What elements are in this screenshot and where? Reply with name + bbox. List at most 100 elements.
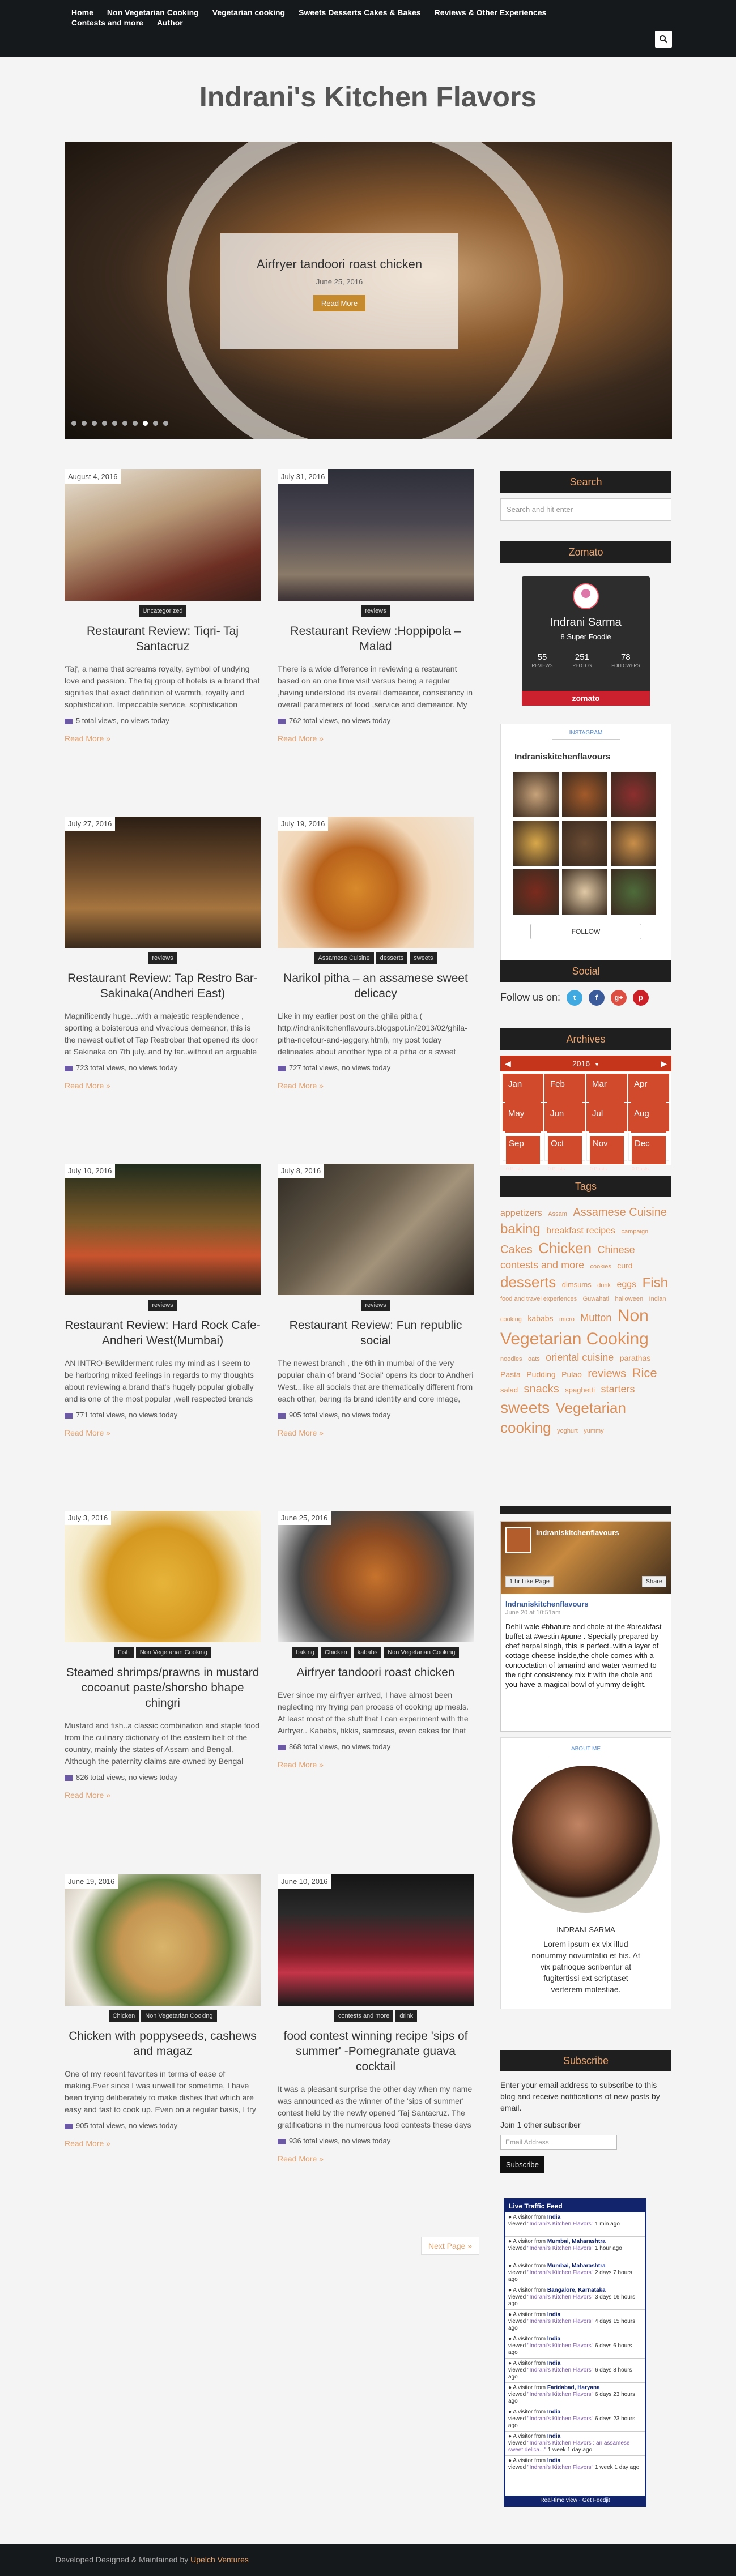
tag-link[interactable]: micro <box>559 1316 575 1323</box>
slider-dot[interactable] <box>163 421 168 426</box>
read-more-link[interactable]: Read More » <box>65 2139 261 2148</box>
tag-link[interactable]: Chicken <box>538 1240 592 1257</box>
slider-dot[interactable] <box>133 421 138 426</box>
tag-link[interactable]: drink <box>597 1282 611 1289</box>
nav-item[interactable]: Non Vegetarian Cooking <box>107 8 199 18</box>
read-more-link[interactable]: Read More » <box>278 1760 474 1769</box>
read-more-link[interactable]: Read More » <box>278 1081 474 1090</box>
category-tag[interactable]: reviews <box>148 1300 177 1311</box>
archive-month[interactable]: Jan1 Post <box>503 1074 543 1112</box>
instagram-photo[interactable] <box>562 821 607 866</box>
post-title[interactable]: Airfryer tandoori roast chicken <box>278 1665 474 1680</box>
tag-link[interactable]: sweets <box>500 1399 550 1416</box>
traffic-footer[interactable]: Real-time view · Get Feedjit <box>505 2496 645 2505</box>
facebook-icon[interactable]: f <box>589 990 605 1006</box>
slider-dot[interactable] <box>92 421 97 426</box>
post-thumbnail[interactable]: June 25, 2016 <box>278 1511 474 1642</box>
post-title[interactable]: Restaurant Review: Hard Rock Cafe-Andher… <box>65 1318 261 1348</box>
facebook-like-button[interactable]: 1 hr Like Page <box>505 1576 554 1587</box>
prev-year-icon[interactable]: ◀ <box>505 1056 511 1071</box>
archive-month[interactable]: Feb2 Posts <box>544 1074 585 1112</box>
tag-link[interactable]: snacks <box>524 1383 559 1395</box>
subscribe-button[interactable]: Subscribe <box>500 2156 544 2173</box>
nav-item[interactable]: Vegetarian cooking <box>212 8 285 18</box>
post-thumbnail[interactable]: July 10, 2016 <box>65 1164 261 1295</box>
category-tag[interactable]: desserts <box>376 952 408 964</box>
slider-dot[interactable] <box>71 421 76 426</box>
post-thumbnail[interactable]: July 19, 2016 <box>278 817 474 948</box>
read-more-link[interactable]: Read More » <box>65 1428 261 1437</box>
post-title[interactable]: Steamed shrimps/prawns in mustard cocoan… <box>65 1665 261 1711</box>
category-tag[interactable]: kababs <box>353 1647 382 1658</box>
traffic-row[interactable]: ● A visitor from Mumbai, Maharashtra view… <box>505 2237 645 2261</box>
read-more-link[interactable]: Read More » <box>278 1428 474 1437</box>
read-more-link[interactable]: Read More » <box>278 734 474 743</box>
tag-link[interactable]: dimsums <box>562 1280 592 1289</box>
tag-link[interactable]: campaign <box>621 1228 648 1235</box>
category-tag[interactable]: drink <box>395 2010 418 2022</box>
tag-link[interactable]: food and travel experiences <box>500 1296 577 1302</box>
traffic-row[interactable]: ● A visitor from India viewed "Indrani's … <box>505 2359 645 2383</box>
twitter-icon[interactable]: t <box>567 990 583 1006</box>
category-tag[interactable]: contests and more <box>334 2010 394 2022</box>
traffic-row[interactable]: ● A visitor from Mumbai, Maharashtra view… <box>505 2261 645 2285</box>
post-thumbnail[interactable]: July 31, 2016 <box>278 469 474 601</box>
subscribe-email-input[interactable]: Email Address <box>500 2135 617 2150</box>
post-title[interactable]: Restaurant Review: Fun republic social <box>278 1318 474 1348</box>
read-more-link[interactable]: Read More » <box>65 1791 261 1800</box>
tag-link[interactable]: Assam <box>548 1211 567 1217</box>
post-title[interactable]: Chicken with poppyseeds, cashews and mag… <box>65 2028 261 2059</box>
post-thumbnail[interactable]: June 10, 2016 <box>278 1874 474 2006</box>
instagram-photo[interactable] <box>513 772 559 817</box>
facebook-page-plugin[interactable]: Indraniskitchenflavours 1 hr Like Page S… <box>500 1521 671 1732</box>
tag-link[interactable]: appetizers <box>500 1208 542 1218</box>
archive-month[interactable]: Aug1 Post <box>628 1103 669 1142</box>
read-more-link[interactable]: Read More » <box>65 734 261 743</box>
category-tag[interactable]: Chicken <box>108 2010 139 2022</box>
category-tag[interactable]: Non Vegetarian Cooking <box>384 1647 460 1658</box>
tag-link[interactable]: desserts <box>500 1274 556 1291</box>
tag-link[interactable]: kababs <box>527 1314 553 1323</box>
category-tag[interactable]: baking <box>292 1647 318 1658</box>
instagram-photo[interactable] <box>513 821 559 866</box>
tag-link[interactable]: Assamese Cuisine <box>573 1206 667 1219</box>
tag-link[interactable]: oriental cuisine <box>546 1352 614 1363</box>
tag-link[interactable]: cookies <box>590 1263 611 1270</box>
traffic-row[interactable]: ● A visitor from India viewed "Indrani's … <box>505 2334 645 2359</box>
tag-link[interactable]: spaghetti <box>565 1386 595 1394</box>
site-title[interactable]: Indrani's Kitchen Flavors <box>0 80 736 113</box>
instagram-photo[interactable] <box>611 772 656 817</box>
tag-link[interactable]: Chinese <box>598 1244 635 1255</box>
tag-link[interactable]: Pasta <box>500 1370 521 1379</box>
nav-item[interactable]: Sweets Desserts Cakes & Bakes <box>299 8 421 18</box>
tag-link[interactable]: contests and more <box>500 1259 584 1271</box>
pinterest-icon[interactable]: p <box>633 990 649 1006</box>
nav-item[interactable]: Author <box>157 18 183 28</box>
tag-link[interactable]: halloween <box>615 1296 644 1302</box>
slider-dot-active[interactable] <box>143 421 148 426</box>
google-plus-icon[interactable]: g+ <box>611 990 627 1006</box>
live-traffic-feed[interactable]: Live Traffic Feed ● A visitor from India… <box>504 2198 646 2507</box>
archive-month[interactable]: Apr4 Posts <box>628 1074 669 1112</box>
category-tag[interactable]: Uncategorized <box>138 605 187 617</box>
post-title[interactable]: Restaurant Review: Tap Restro Bar- Sakin… <box>65 971 261 1001</box>
category-tag[interactable]: reviews <box>361 605 390 617</box>
footer-link[interactable]: Upelch Ventures <box>190 2555 249 2564</box>
featured-slider[interactable]: Airfryer tandoori roast chicken June 25,… <box>65 142 672 439</box>
search-button[interactable] <box>655 31 672 48</box>
instagram-photo[interactable] <box>562 772 607 817</box>
post-thumbnail[interactable]: June 19, 2016 <box>65 1874 261 2006</box>
archive-month[interactable]: Jul7 Posts <box>586 1103 627 1142</box>
tag-link[interactable]: yoghurt <box>557 1428 578 1434</box>
nav-item[interactable]: Reviews & Other Experiences <box>435 8 547 18</box>
tag-link[interactable]: Rice <box>632 1366 657 1380</box>
archive-month[interactable]: Jun5 Posts <box>544 1103 585 1142</box>
traffic-row[interactable]: ● A visitor from India viewed "Indrani's … <box>505 2432 645 2456</box>
category-tag[interactable]: Non Vegetarian Cooking <box>141 2010 217 2022</box>
instagram-photo[interactable] <box>611 821 656 866</box>
instagram-handle[interactable]: Indraniskitchenflavours <box>514 752 671 762</box>
traffic-row[interactable]: ● A visitor from India viewed "Indrani's … <box>505 2456 645 2480</box>
category-tag[interactable]: Chicken <box>320 1647 351 1658</box>
slider-dot[interactable] <box>102 421 107 426</box>
traffic-row[interactable]: ● A visitor from Faridabad, Haryana viewe… <box>505 2383 645 2407</box>
